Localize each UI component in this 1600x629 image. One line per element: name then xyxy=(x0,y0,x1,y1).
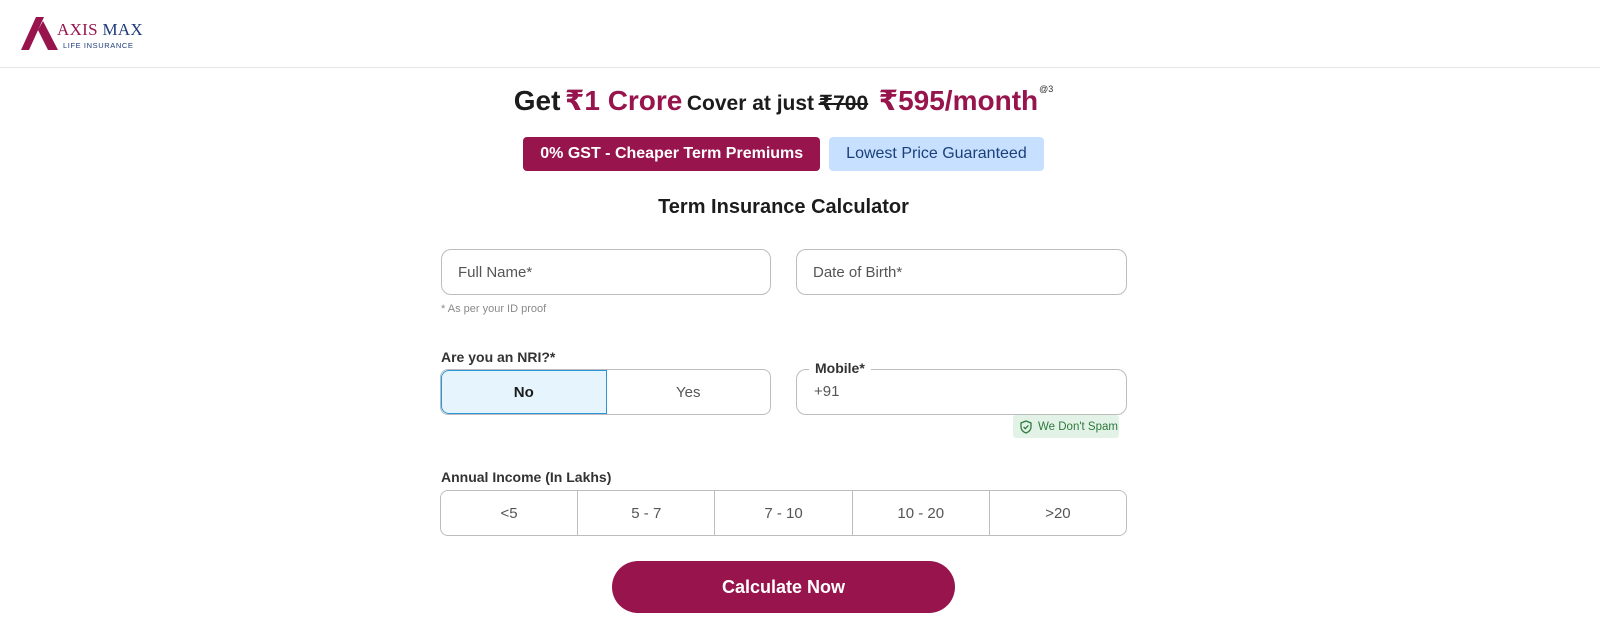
income-options: <5 5 - 7 7 - 10 10 - 20 >20 xyxy=(440,490,1127,536)
date-of-birth-input[interactable]: Date of Birth* xyxy=(796,249,1127,295)
headline-new-price: ₹595/month xyxy=(878,85,1039,116)
logo-wordmark: AXIS MAX LIFE INSURANCE xyxy=(57,20,144,51)
name-hint: * As per your ID proof xyxy=(441,303,547,315)
gst-badge: 0% GST - Cheaper Term Premiums xyxy=(523,137,821,171)
nri-label: Are you an NRI?* xyxy=(441,349,556,365)
lowest-price-badge: Lowest Price Guaranteed xyxy=(829,137,1044,171)
income-option-5-7[interactable]: 5 - 7 xyxy=(578,491,716,535)
nri-option-yes[interactable]: Yes xyxy=(607,370,771,414)
full-name-placeholder: Full Name* xyxy=(458,263,533,281)
income-option-10-20[interactable]: 10 - 20 xyxy=(853,491,990,535)
mobile-label: Mobile* xyxy=(809,360,871,376)
no-spam-badge: We Don't Spam xyxy=(1013,415,1119,438)
badges-row: 0% GST - Cheaper Term Premiums Lowest Pr… xyxy=(0,137,1567,171)
nri-toggle: No Yes xyxy=(440,369,771,415)
nri-option-no[interactable]: No xyxy=(441,370,607,414)
axis-logo-icon xyxy=(21,17,58,50)
full-name-input[interactable]: Full Name* xyxy=(441,249,771,295)
headline-cover-text: Cover at just xyxy=(686,92,815,115)
income-option-lt5[interactable]: <5 xyxy=(441,491,579,535)
headline-old-price: ₹700 xyxy=(818,92,869,115)
logo-axis-text: AXIS xyxy=(57,20,98,39)
logo-tagline: LIFE INSURANCE xyxy=(63,41,134,50)
mobile-input[interactable]: Mobile* +91 xyxy=(796,360,1127,415)
headline-amount: ₹1 Crore xyxy=(564,85,683,116)
shield-check-icon xyxy=(1020,419,1032,434)
headline-superscript: @3 xyxy=(1039,84,1054,94)
country-code: +91 xyxy=(814,383,840,400)
axis-max-logo[interactable]: AXIS MAX LIFE INSURANCE xyxy=(21,17,143,50)
calculate-now-button[interactable]: Calculate Now xyxy=(612,561,955,613)
income-label: Annual Income (In Lakhs) xyxy=(441,469,612,485)
headline: Get ₹1 Crore Cover at just ₹700 ₹595/mon… xyxy=(0,84,1567,117)
calculator-title: Term Insurance Calculator xyxy=(658,196,909,218)
dob-placeholder: Date of Birth* xyxy=(813,263,903,281)
income-option-7-10[interactable]: 7 - 10 xyxy=(715,491,853,535)
top-header: AXIS MAX LIFE INSURANCE xyxy=(0,0,1600,68)
no-spam-text: We Don't Spam xyxy=(1038,420,1118,433)
logo-max-text: MAX xyxy=(102,20,144,39)
income-option-gt20[interactable]: >20 xyxy=(990,491,1126,535)
headline-get: Get xyxy=(513,85,561,116)
